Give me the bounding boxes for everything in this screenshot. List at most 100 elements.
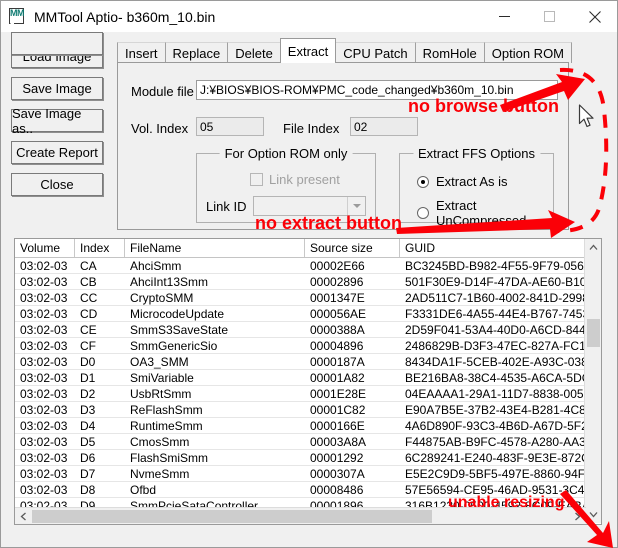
link-id-label: Link ID xyxy=(206,199,246,214)
table-cell-index: D3 xyxy=(75,402,125,417)
vol-index-label: Vol. Index xyxy=(131,121,188,136)
radio-extract-as-is[interactable]: Extract As is xyxy=(417,174,508,189)
vol-index-input[interactable]: 05 xyxy=(196,117,264,136)
column-header-source-size[interactable]: Source size xyxy=(305,239,400,257)
table-row[interactable]: 03:02-03CBAhciInt13Smm00002896501F30E9-D… xyxy=(15,274,601,290)
close-button[interactable]: Close xyxy=(11,173,103,196)
table-cell-index: CA xyxy=(75,258,125,273)
table-cell-source-size: 000056AE xyxy=(305,306,400,321)
create-report-button[interactable]: Create Report xyxy=(11,141,103,164)
table-cell-filename: RuntimeSmm xyxy=(125,418,305,433)
table-row[interactable]: 03:02-03D5CmosSmm00003A8AF44875AB-B9FC-4… xyxy=(15,434,601,450)
table-row[interactable]: 03:02-03D3ReFlashSmm00001C82E90A7B5E-37B… xyxy=(15,402,601,418)
table-row[interactable]: 03:02-03D0OA3_SMM0000187A8434DA1F-5CEB-4… xyxy=(15,354,601,370)
table-row[interactable]: 03:02-03D7NvmeSmm0000307AE5E2C9D9-5BF5-4… xyxy=(15,466,601,482)
table-cell-guid: 6C289241-E240-483F-9E3E-872C03 xyxy=(400,450,587,465)
radio-indicator xyxy=(417,176,429,188)
tab-insert[interactable]: Insert xyxy=(117,42,166,63)
table-row[interactable]: 03:02-03CDMicrocodeUpdate000056AEF3331DE… xyxy=(15,306,601,322)
table-cell-filename: FlashSmiSmm xyxy=(125,450,305,465)
mmtool-document-icon: MM xyxy=(9,8,26,25)
scroll-down-icon[interactable] xyxy=(585,506,602,523)
table-cell-source-size: 00002E66 xyxy=(305,258,400,273)
maximize-icon[interactable] xyxy=(527,1,572,32)
table-cell-source-size: 0000307A xyxy=(305,466,400,481)
table-cell-volume: 03:02-03 xyxy=(15,386,75,401)
table-cell-volume: 03:02-03 xyxy=(15,274,75,289)
table-cell-filename: SmiVariable xyxy=(125,370,305,385)
file-index-label: File Index xyxy=(283,121,339,136)
listview-horizontal-scrollbar[interactable] xyxy=(15,507,586,524)
table-cell-volume: 03:02-03 xyxy=(15,418,75,433)
table-cell-index: CD xyxy=(75,306,125,321)
listview-vertical-scrollbar[interactable] xyxy=(584,239,601,523)
radio-extract-as-is-label: Extract As is xyxy=(436,174,508,189)
window-title: MMTool Aptio- b360m_10.bin xyxy=(34,9,215,25)
table-row[interactable]: 03:02-03CFSmmGenericSio000048962486829B-… xyxy=(15,338,601,354)
table-row[interactable]: 03:02-03D6FlashSmiSmm000012926C289241-E2… xyxy=(15,450,601,466)
module-file-input[interactable]: J:¥BIOS¥BIOS-ROM¥PMC_code_changed¥b360m_… xyxy=(196,80,558,100)
tab-strip: Insert Replace Delete Extract CPU Patch … xyxy=(117,39,571,63)
vertical-scroll-thumb[interactable] xyxy=(587,319,600,347)
close-icon[interactable] xyxy=(572,1,617,32)
extract-tab-panel: Module file J:¥BIOS¥BIOS-ROM¥PMC_code_ch… xyxy=(117,62,569,230)
table-cell-filename: AhciSmm xyxy=(125,258,305,273)
extract-ffs-options-groupbox: Extract FFS Options Extract As is Extrac… xyxy=(399,153,554,223)
table-cell-guid: 2486829B-D3F3-47EC-827A-FC1049 xyxy=(400,338,587,353)
table-cell-guid: F44875AB-B9FC-4578-A280-AA335B xyxy=(400,434,587,449)
action-button-panel: Load Image Save Image Save Image as.. Cr… xyxy=(2,32,114,232)
table-cell-index: D2 xyxy=(75,386,125,401)
minimize-icon[interactable] xyxy=(482,1,527,32)
chevron-down-icon[interactable] xyxy=(347,197,365,215)
save-image-as-button[interactable]: Save Image as.. xyxy=(11,109,103,132)
save-image-button[interactable]: Save Image xyxy=(11,77,103,100)
ffs-group-title: Extract FFS Options xyxy=(413,146,540,161)
scroll-left-icon[interactable] xyxy=(15,508,32,525)
module-file-label: Module file xyxy=(131,84,194,99)
column-header-guid[interactable]: GUID xyxy=(400,239,587,257)
scroll-up-icon[interactable] xyxy=(585,239,602,256)
link-present-checkbox[interactable]: Link present xyxy=(250,172,340,187)
table-cell-index: D1 xyxy=(75,370,125,385)
table-cell-volume: 03:02-03 xyxy=(15,434,75,449)
column-header-index[interactable]: Index xyxy=(75,239,125,257)
link-id-combobox[interactable] xyxy=(253,196,366,216)
tab-romhole[interactable]: RomHole xyxy=(415,42,485,63)
table-cell-index: D4 xyxy=(75,418,125,433)
table-cell-filename: ReFlashSmm xyxy=(125,402,305,417)
table-cell-volume: 03:02-03 xyxy=(15,450,75,465)
option-rom-group-title: For Option ROM only xyxy=(220,146,353,161)
table-row[interactable]: 03:02-03D8Ofbd0000848657E56594-CE95-46AD… xyxy=(15,482,601,498)
table-cell-volume: 03:02-03 xyxy=(15,466,75,481)
table-cell-filename: SmmGenericSio xyxy=(125,338,305,353)
table-row[interactable]: 03:02-03D4RuntimeSmm0000166E4A6D890F-93C… xyxy=(15,418,601,434)
tab-replace[interactable]: Replace xyxy=(165,42,229,63)
table-cell-source-size: 0000388A xyxy=(305,322,400,337)
horizontal-scroll-thumb[interactable] xyxy=(32,510,432,523)
table-cell-source-size: 0000166E xyxy=(305,418,400,433)
tab-extract[interactable]: Extract xyxy=(280,38,336,63)
link-present-label: Link present xyxy=(269,172,340,187)
column-header-filename[interactable]: FileName xyxy=(125,239,305,257)
window-controls xyxy=(482,1,617,32)
file-index-input[interactable]: 02 xyxy=(350,117,418,136)
radio-extract-uncompressed[interactable]: Extract UnCompressed xyxy=(417,198,553,228)
table-cell-guid: 2D59F041-53A4-40D0-A6CD-844DC xyxy=(400,322,587,337)
table-cell-volume: 03:02-03 xyxy=(15,354,75,369)
table-cell-index: D8 xyxy=(75,482,125,497)
table-row[interactable]: 03:02-03CAAhciSmm00002E66BC3245BD-B982-4… xyxy=(15,258,601,274)
table-row[interactable]: 03:02-03D1SmiVariable00001A82BE216BA8-38… xyxy=(15,370,601,386)
tab-cpu-patch[interactable]: CPU Patch xyxy=(335,42,415,63)
table-cell-source-size: 00008486 xyxy=(305,482,400,497)
table-row[interactable]: 03:02-03CESmmS3SaveState0000388A2D59F041… xyxy=(15,322,601,338)
radio-indicator xyxy=(417,207,429,219)
scroll-right-icon[interactable] xyxy=(569,508,586,525)
tab-option-rom[interactable]: Option ROM xyxy=(484,42,572,63)
modules-listview[interactable]: Volume Index FileName Source size GUID 0… xyxy=(14,238,602,525)
tab-delete[interactable]: Delete xyxy=(227,42,281,63)
column-header-volume[interactable]: Volume xyxy=(15,239,75,257)
table-cell-source-size: 0001E28E xyxy=(305,386,400,401)
table-cell-guid: 57E56594-CE95-46AD-9531-3C4931 xyxy=(400,482,587,497)
table-row[interactable]: 03:02-03D2UsbRtSmm0001E28E04EAAAA1-29A1-… xyxy=(15,386,601,402)
table-row[interactable]: 03:02-03CCCryptoSMM0001347E2AD511C7-1B60… xyxy=(15,290,601,306)
